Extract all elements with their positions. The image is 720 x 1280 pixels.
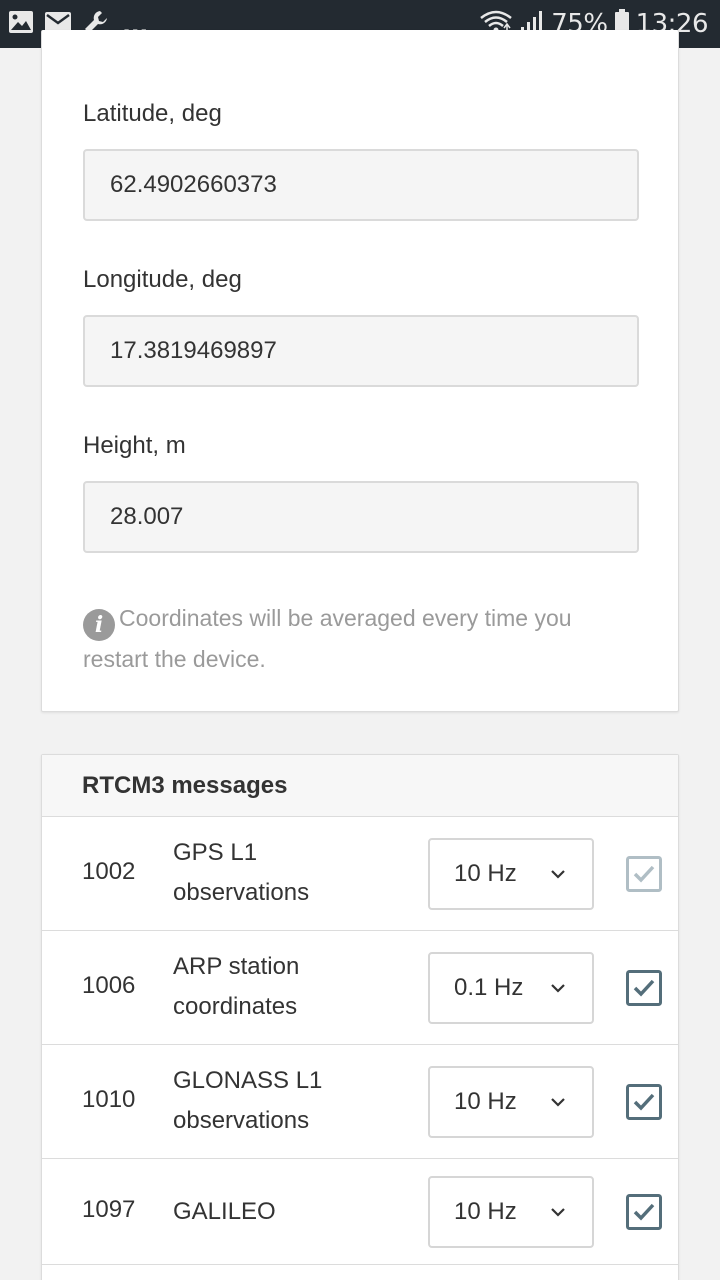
- message-id: 1097: [82, 1196, 136, 1223]
- rate-select-1010[interactable]: 10 Hz: [428, 1066, 594, 1138]
- checkbox-1002-disabled[interactable]: [626, 856, 662, 892]
- latitude-label: Latitude, deg: [83, 100, 222, 127]
- rtcm3-messages-card: RTCM3 messages 1002 GPS L1 observations …: [41, 754, 679, 1280]
- chevron-down-icon: [551, 1098, 565, 1107]
- message-name: GALILEO: [173, 1198, 276, 1225]
- chevron-down-icon: [551, 1208, 565, 1217]
- rate-select-1097[interactable]: 10 Hz: [428, 1176, 594, 1248]
- base-coordinates-card: Latitude, deg 62.4902660373 Longitude, d…: [41, 30, 679, 712]
- height-input[interactable]: 28.007: [83, 481, 639, 553]
- rtcm-row-1010: 1010 GLONASS L1 observations 10 Hz: [42, 1045, 678, 1159]
- message-id: 1006: [82, 972, 136, 999]
- longitude-input[interactable]: 17.3819469897: [83, 315, 639, 387]
- rate-select-1002[interactable]: 10 Hz: [428, 838, 594, 910]
- message-id: 1002: [82, 858, 136, 885]
- message-id: 1010: [82, 1086, 136, 1113]
- latitude-input[interactable]: 62.4902660373: [83, 149, 639, 221]
- longitude-label: Longitude, deg: [83, 266, 242, 293]
- rtcm-row-1097: 1097 GALILEO 10 Hz: [42, 1159, 678, 1265]
- checkbox-1010[interactable]: [626, 1084, 662, 1120]
- checkbox-1006[interactable]: [626, 970, 662, 1006]
- rtcm-row-1006: 1006 ARP station coordinates 0.1 Hz: [42, 931, 678, 1045]
- rate-value: 10 Hz: [454, 860, 517, 887]
- message-name: GPS L1 observations: [173, 839, 310, 906]
- height-label: Height, m: [83, 432, 186, 459]
- checkbox-1097[interactable]: [626, 1194, 662, 1230]
- image-icon: [8, 10, 34, 39]
- rtcm-row-1002: 1002 GPS L1 observations 10 Hz: [42, 817, 678, 931]
- chevron-down-icon: [551, 984, 565, 993]
- rate-value: 10 Hz: [454, 1088, 517, 1115]
- rate-select-1006[interactable]: 0.1 Hz: [428, 952, 594, 1024]
- message-name: ARP station coordinates: [173, 953, 300, 1020]
- chevron-down-icon: [551, 870, 565, 879]
- rate-value: 0.1 Hz: [454, 974, 524, 1001]
- info-text: Coordinates will be averaged every time …: [83, 605, 572, 672]
- averaging-info: i Coordinates will be averaged every time…: [83, 600, 623, 677]
- rate-value: 10 Hz: [454, 1198, 517, 1225]
- info-icon: i: [83, 609, 115, 641]
- rtcm3-header: RTCM3 messages: [42, 755, 678, 817]
- message-name: GLONASS L1 observations: [173, 1067, 323, 1134]
